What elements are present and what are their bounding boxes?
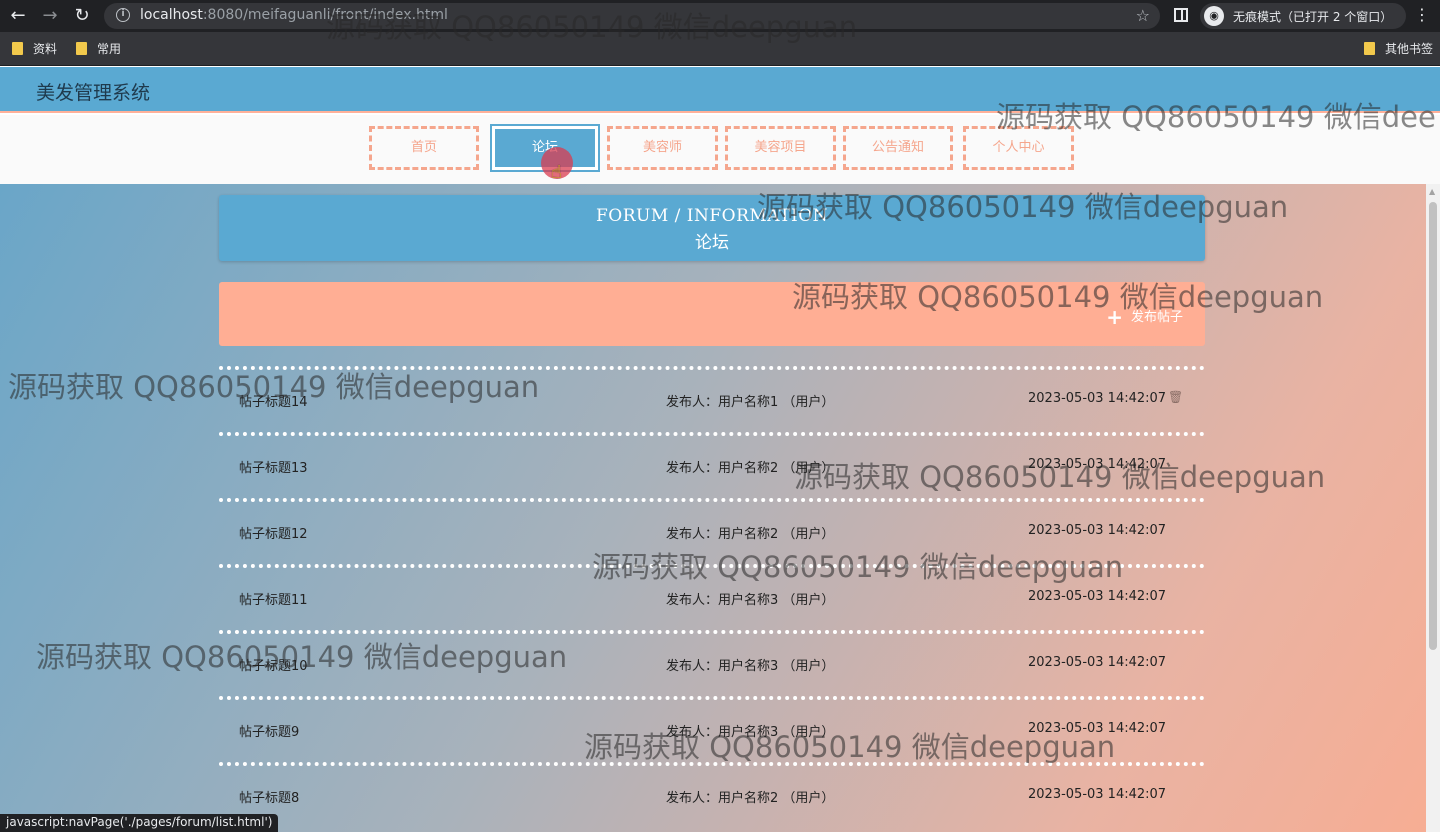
post-title[interactable]: 帖子标题12: [239, 523, 308, 542]
post-author: 发布人：用户名称3 （用户）: [666, 659, 835, 674]
list-item[interactable]: 帖子标题11 发布人：用户名称3 （用户） 2023-05-03 14:42:0…: [219, 564, 1205, 630]
bookmark-folder[interactable]: 资料: [12, 40, 57, 58]
post-title[interactable]: 帖子标题14: [239, 391, 308, 410]
list-item[interactable]: 帖子标题9 发布人：用户名称3 （用户） 2023-05-03 14:42:07: [219, 696, 1205, 762]
bookmark-star-icon[interactable]: ☆: [1136, 6, 1150, 25]
post-title[interactable]: 帖子标题13: [239, 457, 308, 476]
main-content: FORUM / INFORMATION 论坛 + 发布帖子 帖子标题14 发布人：…: [0, 184, 1440, 832]
folder-icon: [76, 42, 87, 55]
list-item[interactable]: 帖子标题8 发布人：用户名称2 （用户） 2023-05-03 14:42:07: [219, 762, 1205, 828]
post-author: 发布人：用户名称3 （用户）: [666, 725, 835, 740]
publish-post-button[interactable]: + 发布帖子: [1106, 305, 1183, 329]
post-time: 2023-05-03 14:42:07: [1028, 589, 1167, 604]
list-item[interactable]: 帖子标题10 发布人：用户名称3 （用户） 2023-05-03 14:42:0…: [219, 630, 1205, 696]
scroll-up-icon[interactable]: ▲: [1429, 187, 1435, 196]
bookmarks-bar: 资料 常用 其他书签: [0, 32, 1440, 66]
app-title: 美发管理系统: [36, 82, 151, 104]
forward-icon[interactable]: →: [38, 4, 62, 28]
post-author: 发布人：用户名称2 （用户）: [666, 461, 835, 476]
back-icon[interactable]: ←: [6, 4, 30, 28]
post-title[interactable]: 帖子标题9: [239, 721, 299, 740]
post-author: 发布人：用户名称1 （用户）: [666, 395, 835, 410]
banner-title-cn: 论坛: [695, 233, 729, 253]
browser-toolbar: ← → ↻ i localhost:8080/meifaguanli/front…: [0, 0, 1440, 32]
post-time: 2023-05-03 14:42:07: [1028, 391, 1167, 406]
post-title[interactable]: 帖子标题8: [239, 787, 299, 806]
address-bar[interactable]: i localhost:8080/meifaguanli/front/index…: [104, 3, 1160, 29]
post-time: 2023-05-03 14:42:07: [1028, 721, 1167, 736]
plus-icon: +: [1106, 305, 1123, 329]
hand-cursor-icon: ☝: [551, 162, 562, 183]
bookmark-folder[interactable]: 常用: [76, 40, 121, 58]
trash-icon[interactable]: 🗑: [1168, 390, 1183, 404]
folder-icon: [12, 42, 23, 55]
post-author: 发布人：用户名称3 （用户）: [666, 593, 835, 608]
scroll-thumb[interactable]: [1429, 202, 1437, 650]
post-time: 2023-05-03 14:42:07: [1028, 787, 1167, 802]
post-author: 发布人：用户名称2 （用户）: [666, 791, 835, 806]
site-info-icon[interactable]: i: [116, 8, 130, 22]
incognito-indicator[interactable]: ◉ 无痕模式（已打开 2 个窗口）: [1200, 3, 1406, 29]
nav-home[interactable]: 首页: [369, 126, 479, 170]
post-title[interactable]: 帖子标题10: [239, 655, 308, 674]
post-author: 发布人：用户名称2 （用户）: [666, 527, 835, 542]
post-time: 2023-05-03 14:42:07: [1028, 655, 1167, 670]
app-header: 美发管理系统: [0, 67, 1440, 113]
list-item[interactable]: 帖子标题12 发布人：用户名称2 （用户） 2023-05-03 14:42:0…: [219, 498, 1205, 564]
banner-title-en: FORUM / INFORMATION: [595, 206, 829, 226]
list-item[interactable]: 帖子标题14 发布人：用户名称1 （用户） 2023-05-03 14:42:0…: [219, 366, 1205, 432]
list-item[interactable]: 帖子标题13 发布人：用户名称2 （用户） 2023-05-03 14:42:0…: [219, 432, 1205, 498]
folder-icon: [1364, 42, 1375, 55]
side-panel-icon[interactable]: [1174, 8, 1188, 22]
url-text[interactable]: localhost:8080/meifaguanli/front/index.h…: [140, 7, 448, 23]
incognito-icon: ◉: [1204, 6, 1224, 26]
forum-banner: FORUM / INFORMATION 论坛: [219, 195, 1205, 261]
nav-profile[interactable]: 个人中心: [963, 126, 1074, 170]
post-list: 帖子标题14 发布人：用户名称1 （用户） 2023-05-03 14:42:0…: [219, 366, 1205, 828]
post-time: 2023-05-03 14:42:07: [1028, 457, 1167, 472]
page-scrollbar[interactable]: ▲: [1426, 184, 1440, 832]
publish-bar: + 发布帖子: [219, 282, 1205, 346]
post-time: 2023-05-03 14:42:07: [1028, 523, 1167, 538]
nav-notices[interactable]: 公告通知: [843, 126, 953, 170]
post-title[interactable]: 帖子标题11: [239, 589, 308, 608]
bookmark-folder-other[interactable]: 其他书签: [1364, 40, 1433, 58]
link-status-tooltip: javascript:navPage('./pages/forum/list.h…: [0, 814, 279, 832]
nav-beauty-projects[interactable]: 美容项目: [725, 126, 836, 170]
browser-menu-icon[interactable]: ⋮: [1414, 5, 1430, 24]
main-nav: 首页 论坛 美容师 美容项目 公告通知 个人中心: [0, 115, 1440, 184]
reload-icon[interactable]: ↻: [70, 4, 94, 28]
nav-stylists[interactable]: 美容师: [607, 126, 718, 170]
